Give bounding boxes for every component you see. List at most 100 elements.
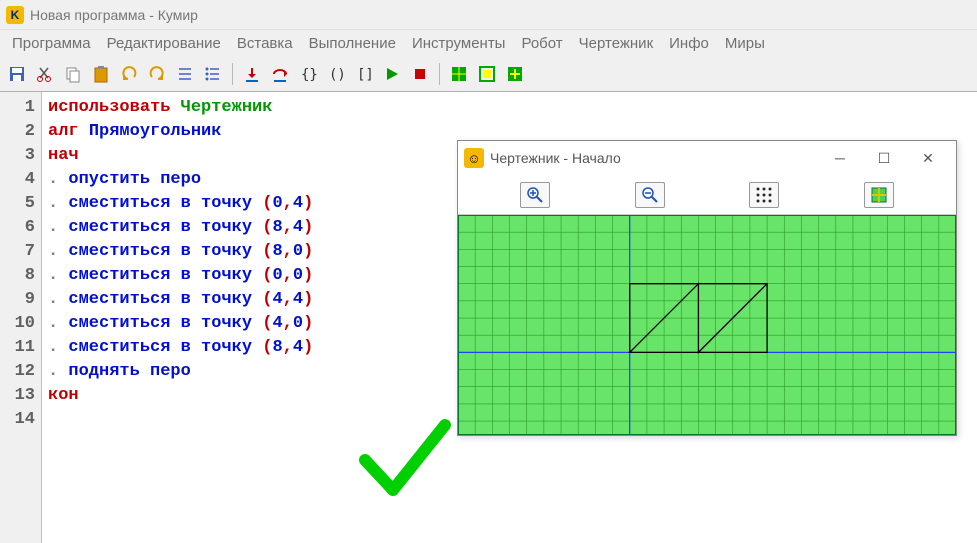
token: ) bbox=[303, 338, 313, 357]
token: . bbox=[48, 338, 68, 357]
app-icon: K bbox=[6, 6, 24, 24]
menubar: ПрограммаРедактированиеВставкаВыполнение… bbox=[0, 30, 977, 56]
grid-outline-icon[interactable] bbox=[474, 61, 500, 87]
token: . bbox=[48, 314, 68, 333]
token: 0 bbox=[272, 266, 282, 285]
token: ) bbox=[303, 266, 313, 285]
menu-выполнение[interactable]: Выполнение bbox=[301, 33, 404, 54]
token: алг bbox=[48, 122, 89, 141]
titlebar: K Новая программа - Кумир bbox=[0, 0, 977, 30]
step-in-icon[interactable] bbox=[239, 61, 265, 87]
code-line[interactable]: использовать Чертежник bbox=[48, 96, 977, 120]
drawer-window[interactable]: ☺ Чертежник - Начало ─ ☐ ✕ bbox=[457, 140, 957, 436]
token: , bbox=[283, 314, 293, 333]
cut-icon[interactable] bbox=[32, 61, 58, 87]
token: , bbox=[283, 290, 293, 309]
menu-инструменты[interactable]: Инструменты bbox=[404, 33, 514, 54]
token: опустить перо bbox=[68, 170, 201, 189]
token: 4 bbox=[293, 194, 303, 213]
token: 4 bbox=[293, 338, 303, 357]
line-number: 6 bbox=[0, 216, 35, 240]
token: использовать bbox=[48, 98, 181, 117]
token: . bbox=[48, 362, 68, 381]
token: ( bbox=[262, 290, 272, 309]
token: , bbox=[283, 266, 293, 285]
toolbar-separator bbox=[439, 63, 440, 85]
grid-green-icon[interactable] bbox=[446, 61, 472, 87]
line-number: 4 bbox=[0, 168, 35, 192]
token: ( bbox=[262, 242, 272, 261]
token: сместиться в точку bbox=[68, 242, 262, 261]
brace-icon[interactable]: {} bbox=[295, 61, 321, 87]
grid-plus-icon[interactable] bbox=[502, 61, 528, 87]
fit-button[interactable] bbox=[864, 182, 894, 208]
token: . bbox=[48, 266, 68, 285]
token: 4 bbox=[293, 290, 303, 309]
token: , bbox=[283, 194, 293, 213]
token: сместиться в точку bbox=[68, 266, 262, 285]
menu-редактирование[interactable]: Редактирование bbox=[99, 33, 229, 54]
menu-инфо[interactable]: Инфо bbox=[661, 33, 717, 54]
token: 0 bbox=[293, 242, 303, 261]
paste-icon[interactable] bbox=[88, 61, 114, 87]
window-title: Новая программа - Кумир bbox=[30, 7, 198, 23]
copy-icon[interactable] bbox=[60, 61, 86, 87]
token: . bbox=[48, 218, 68, 237]
close-button[interactable]: ✕ bbox=[906, 143, 950, 173]
menu-миры[interactable]: Миры bbox=[717, 33, 773, 54]
token: нач bbox=[48, 146, 79, 165]
drawer-toolbar bbox=[458, 175, 956, 215]
token: сместиться в точку bbox=[68, 194, 262, 213]
zoom-out-button[interactable] bbox=[635, 182, 665, 208]
token: ( bbox=[262, 218, 272, 237]
list2-icon[interactable] bbox=[200, 61, 226, 87]
token: сместиться в точку bbox=[68, 314, 262, 333]
drawer-title: Чертежник - Начало bbox=[490, 150, 818, 166]
token: 4 bbox=[293, 218, 303, 237]
brace2-icon[interactable]: () bbox=[323, 61, 349, 87]
line-number: 10 bbox=[0, 312, 35, 336]
line-number: 11 bbox=[0, 336, 35, 360]
line-number: 9 bbox=[0, 288, 35, 312]
svg-text:(): () bbox=[329, 67, 345, 83]
brace3-icon[interactable]: [] bbox=[351, 61, 377, 87]
maximize-button[interactable]: ☐ bbox=[862, 143, 906, 173]
line-number: 3 bbox=[0, 144, 35, 168]
token: ( bbox=[262, 194, 272, 213]
zoom-in-button[interactable] bbox=[520, 182, 550, 208]
token: 8 bbox=[272, 218, 282, 237]
token: ( bbox=[262, 314, 272, 333]
line-number: 2 bbox=[0, 120, 35, 144]
undo-icon[interactable] bbox=[116, 61, 142, 87]
token: . bbox=[48, 194, 68, 213]
token: ( bbox=[262, 266, 272, 285]
menu-вставка[interactable]: Вставка bbox=[229, 33, 301, 54]
line-number: 5 bbox=[0, 192, 35, 216]
line-number: 13 bbox=[0, 384, 35, 408]
toolbar: {} () [] bbox=[0, 56, 977, 92]
token: ( bbox=[262, 338, 272, 357]
grid-button[interactable] bbox=[749, 182, 779, 208]
save-icon[interactable] bbox=[4, 61, 30, 87]
minimize-button[interactable]: ─ bbox=[818, 143, 862, 173]
menu-программа[interactable]: Программа bbox=[4, 33, 99, 54]
line-number: 1 bbox=[0, 96, 35, 120]
token: сместиться в точку bbox=[68, 338, 262, 357]
drawer-titlebar[interactable]: ☺ Чертежник - Начало ─ ☐ ✕ bbox=[458, 141, 956, 175]
stop-icon[interactable] bbox=[407, 61, 433, 87]
list1-icon[interactable] bbox=[172, 61, 198, 87]
token: 4 bbox=[272, 314, 282, 333]
token: , bbox=[283, 338, 293, 357]
play-icon[interactable] bbox=[379, 61, 405, 87]
drawer-canvas[interactable] bbox=[458, 215, 956, 435]
token: кон bbox=[48, 386, 79, 405]
toolbar-separator bbox=[232, 63, 233, 85]
redo-icon[interactable] bbox=[144, 61, 170, 87]
menu-чертежник[interactable]: Чертежник bbox=[571, 33, 662, 54]
token: . bbox=[48, 170, 68, 189]
token: сместиться в точку bbox=[68, 218, 262, 237]
menu-робот[interactable]: Робот bbox=[513, 33, 570, 54]
token: ) bbox=[303, 194, 313, 213]
token: 0 bbox=[293, 314, 303, 333]
step-over-icon[interactable] bbox=[267, 61, 293, 87]
